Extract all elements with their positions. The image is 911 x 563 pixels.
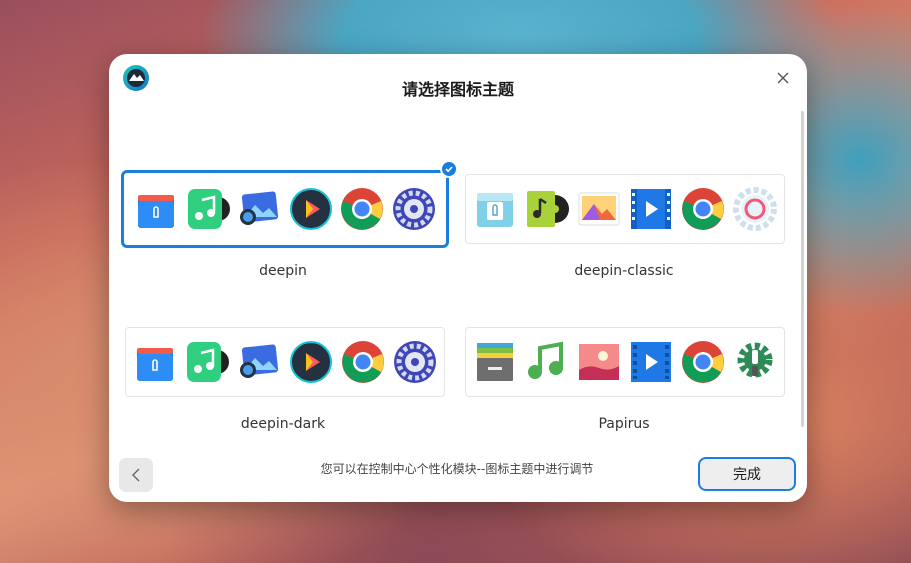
theme-card-deepin[interactable] <box>121 170 449 248</box>
video-player-icon <box>290 341 332 383</box>
close-icon <box>777 72 789 84</box>
theme-label-deepin: deepin <box>259 263 307 279</box>
settings-icon <box>394 341 436 383</box>
music-icon <box>527 191 569 227</box>
theme-label-papirus: Papirus <box>598 416 650 432</box>
theme-card-papirus[interactable] <box>465 327 785 397</box>
image-viewer-icon <box>578 192 620 226</box>
hint-text: 您可以在控制中心个性化模块--图标主题中进行调节 <box>320 462 594 476</box>
video-player-icon <box>289 188 332 230</box>
music-icon <box>528 341 563 379</box>
scrollbar[interactable] <box>801 111 804 427</box>
settings-icon <box>733 187 777 231</box>
theme-label-deepin-dark: deepin-dark <box>240 416 326 432</box>
dialog-title: 请选择图标主题 <box>401 80 514 99</box>
done-button[interactable]: 完成 <box>698 457 796 491</box>
settings-icon <box>392 188 435 230</box>
image-viewer-icon <box>240 344 279 378</box>
music-icon <box>187 342 229 382</box>
image-viewer-icon <box>240 191 279 225</box>
chrome-icon <box>682 341 724 383</box>
video-player-icon <box>631 189 671 229</box>
chrome-icon <box>341 188 384 230</box>
file-manager-icon <box>138 195 174 228</box>
close-button[interactable] <box>773 68 793 88</box>
settings-icon <box>737 342 773 378</box>
chrome-icon <box>682 188 724 230</box>
image-viewer-icon <box>579 344 619 380</box>
theme-card-deepin-classic[interactable] <box>465 174 785 244</box>
chrome-icon <box>342 341 384 383</box>
theme-card-deepin-dark[interactable] <box>125 327 445 397</box>
file-manager-icon <box>477 193 513 227</box>
music-icon <box>187 189 230 229</box>
video-player-icon <box>631 342 671 382</box>
icon-theme-dialog: 请选择图标主题 deepin deepin-classic deepin-dar… <box>109 54 807 502</box>
theme-label-deepin-classic: deepin-classic <box>574 263 674 279</box>
chevron-left-icon <box>132 468 140 482</box>
file-manager-icon <box>477 343 513 381</box>
back-button[interactable] <box>119 458 153 492</box>
selected-check-icon <box>440 160 458 178</box>
file-manager-icon <box>137 348 173 381</box>
